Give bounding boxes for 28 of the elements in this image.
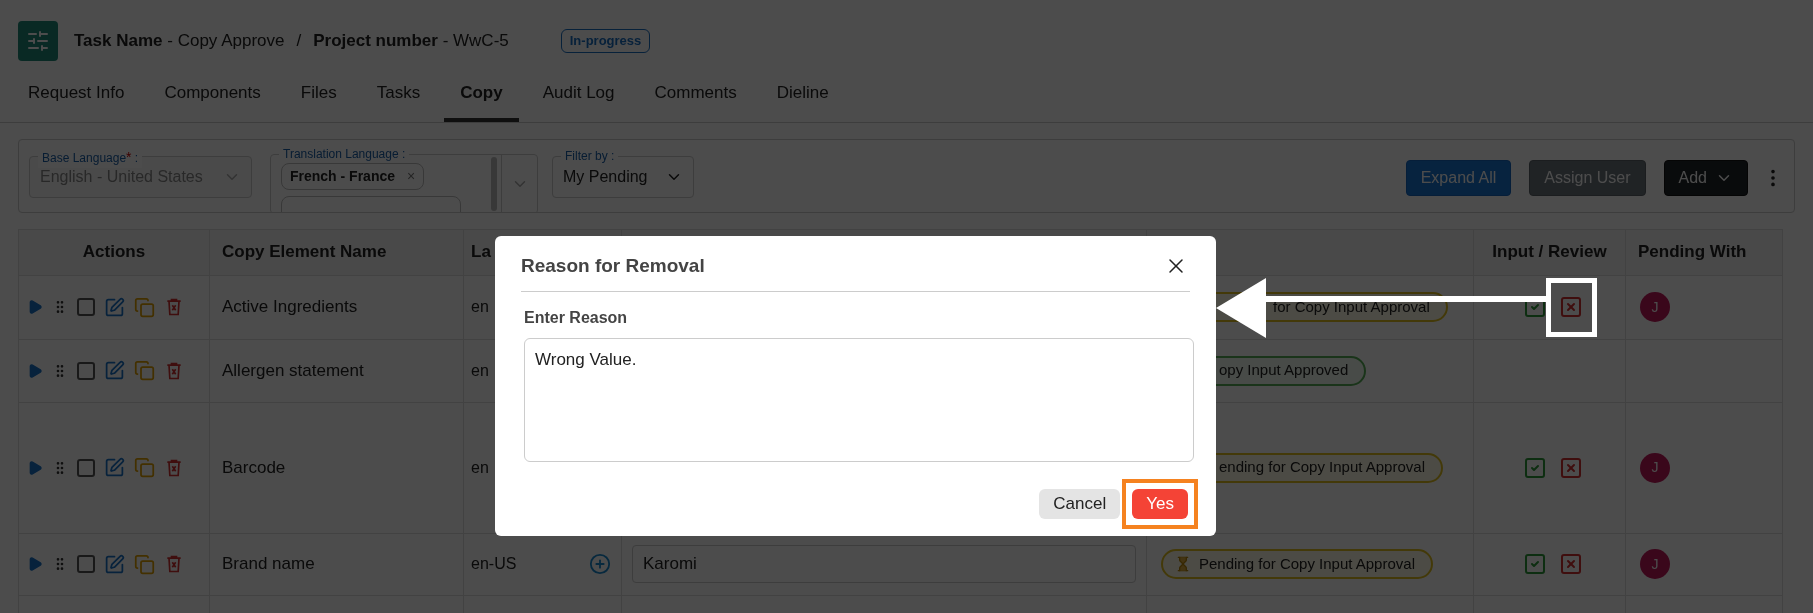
language-code: en-US bbox=[471, 554, 517, 574]
tab[interactable]: Files bbox=[284, 78, 353, 122]
tab[interactable]: Request Info bbox=[12, 78, 141, 122]
element-name: Allergen statement bbox=[222, 360, 364, 380]
cancel-button[interactable]: Cancel bbox=[1039, 488, 1121, 519]
field-label: Enter Reason bbox=[524, 307, 629, 328]
reason-field[interactable]: Wrong Value. bbox=[524, 337, 1194, 462]
column-header: La bbox=[471, 242, 491, 262]
column-header: Pending With bbox=[1638, 242, 1747, 262]
tab[interactable]: Comments bbox=[638, 78, 753, 122]
project-number: Project number - WwC-5 bbox=[313, 30, 509, 53]
element-name: Brand name bbox=[222, 554, 315, 574]
tab[interactable]: Components bbox=[148, 78, 277, 122]
column-header: Copy Element Name bbox=[222, 242, 387, 262]
language-code: en bbox=[471, 297, 489, 317]
task-name: Task Name - Copy Approve bbox=[74, 30, 285, 53]
dialog-title: Reason for Removal bbox=[521, 254, 705, 278]
language-code: en bbox=[471, 360, 489, 381]
confirm-button[interactable]: Yes bbox=[1132, 488, 1188, 519]
column-header: Actions bbox=[82, 242, 146, 262]
column-header: Input / Review bbox=[1492, 242, 1607, 262]
tab[interactable]: Tasks bbox=[360, 78, 437, 122]
tab[interactable]: Audit Log bbox=[526, 78, 631, 122]
element-name: Barcode bbox=[222, 457, 286, 477]
element-name: Active Ingredients bbox=[222, 297, 358, 317]
breadcrumb-separator: / bbox=[296, 30, 302, 53]
tab[interactable]: Dieline bbox=[760, 78, 845, 122]
language-code: en bbox=[471, 457, 489, 478]
